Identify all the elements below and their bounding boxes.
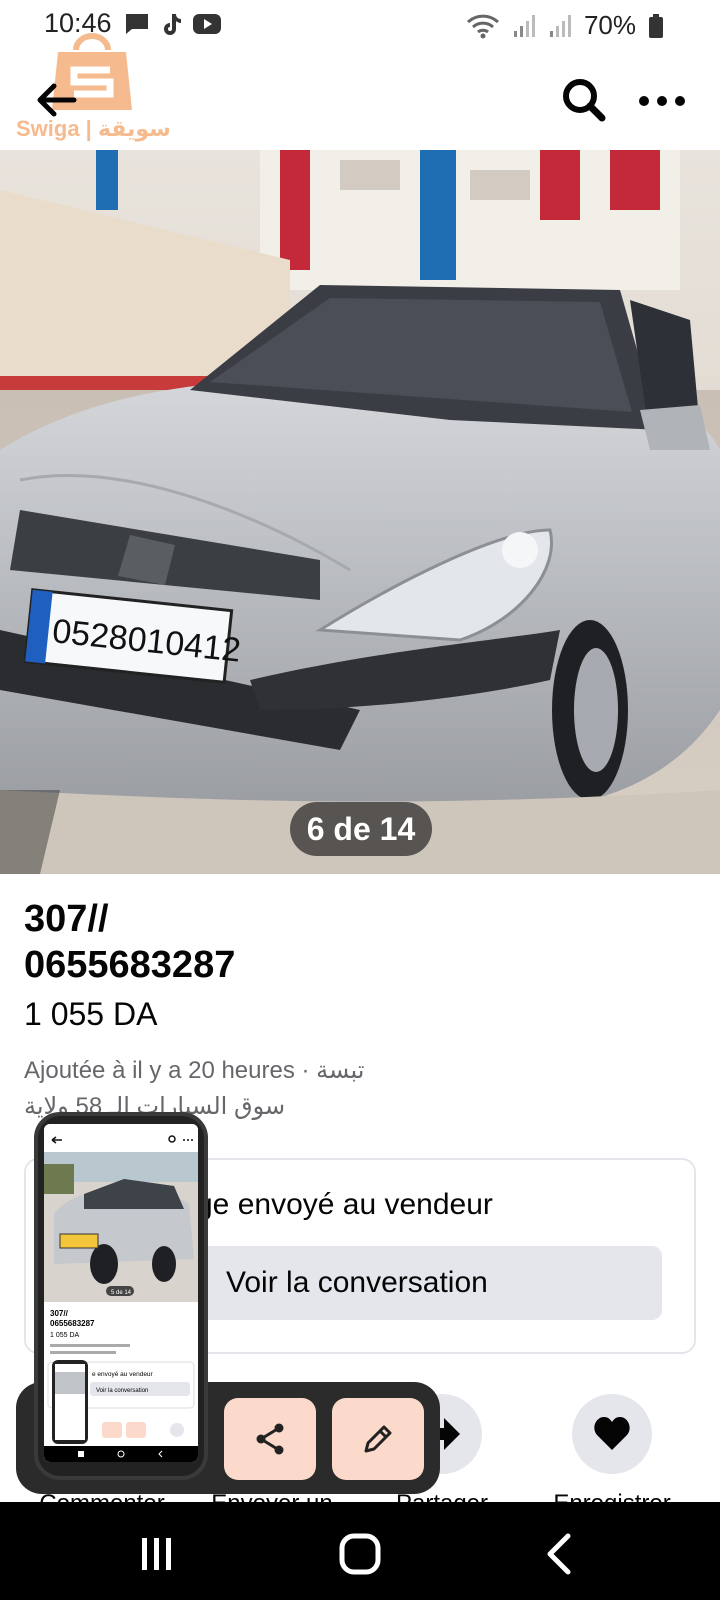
thumbnail-preview: 5 de 14 307// 0655683287 1 055 DA e envo… [44,1124,198,1462]
signal-icon [513,14,535,37]
share-icon [256,1423,284,1455]
screenshot-edit-button[interactable] [332,1398,424,1480]
thumbnail-price: 1 055 DA [50,1332,80,1339]
system-nav-bar [0,1502,720,1600]
back-nav-icon[interactable] [530,1532,590,1576]
system-icons: 70% [466,10,664,41]
listing-price: 1 055 DA [24,996,158,1032]
screenshot-share-button[interactable] [224,1398,316,1480]
listing-title: 307// 0655683287 [24,896,235,988]
message-sent-text: ge envoyé au vendeur [196,1188,493,1221]
search-icon[interactable] [560,76,608,124]
view-conversation-label: Voir la conversation [226,1266,488,1299]
title-line-1: 307// [24,898,109,940]
home-icon[interactable] [330,1532,390,1576]
heart-icon [594,1417,630,1450]
back-arrow-icon[interactable] [30,78,80,122]
listing-added-location: Ajoutée à il y a 20 heures · تبسة [24,1057,365,1084]
thumbnail-msg: e envoyé au vendeur [92,1371,154,1378]
more-icon[interactable] [636,86,688,116]
battery-icon [649,13,663,38]
battery-percent: 70% [583,10,636,40]
title-line-2: 0655683287 [24,944,236,986]
pencil-icon [364,1425,392,1453]
car-photo: 0528010412 [0,150,720,874]
signal-icon [549,14,571,37]
view-conversation-button[interactable]: Voir la conversation [196,1246,662,1320]
thumbnail-counter: 5 de 14 [111,1290,132,1296]
thumbnail-title-2: 0655683287 [50,1319,95,1328]
listing-photo[interactable]: 0528010412 [0,150,720,874]
youtube-icon [193,14,221,34]
photo-counter: 6 de 14 [290,802,432,856]
recent-apps-icon[interactable] [126,1532,186,1576]
thumbnail-button: Voir la conversation [96,1388,148,1394]
app-bar [0,50,720,150]
save-button[interactable] [572,1394,652,1474]
wifi-icon [466,14,499,38]
thumbnail-title-1: 307// [50,1309,69,1318]
screenshot-thumbnail[interactable]: 5 de 14 307// 0655683287 1 055 DA e envo… [34,1112,208,1480]
thumbnail-screen: 5 de 14 307// 0655683287 1 055 DA e envo… [44,1124,198,1462]
